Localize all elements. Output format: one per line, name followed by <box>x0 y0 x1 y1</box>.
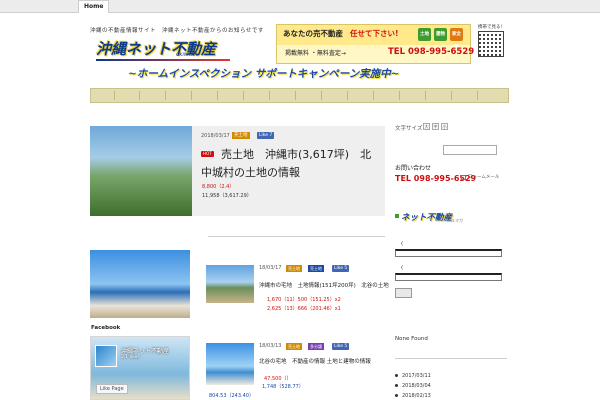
banner-badge-building: 建物 <box>434 28 447 41</box>
listing-title-link[interactable]: 沖縄市の宅地 土地情報(151坪200坪) 北谷の土地 <box>259 281 389 289</box>
content-divider <box>208 236 385 237</box>
ocean-banner-image[interactable] <box>90 250 190 318</box>
mailmag-field-label: ( <box>401 265 404 271</box>
nav-separator <box>243 91 244 100</box>
listing-detail: 47,500（） <box>264 376 292 382</box>
mail-form-icon[interactable] <box>461 175 466 180</box>
listing-badge: 多分譲 <box>308 343 324 350</box>
archive-item[interactable]: 2018/02/13 <box>395 393 431 399</box>
qr-code-icon <box>478 31 504 57</box>
archive-link[interactable]: 2018/02/13 <box>402 393 431 399</box>
banner-free-text: 掲載無料 ・無料査定→ <box>285 50 346 57</box>
qr-label: 携帯で見る! <box>478 25 503 30</box>
listing-badge: 売土地 <box>286 265 302 272</box>
facebook-like-count: 2,1 likes <box>121 355 140 360</box>
listing-photo[interactable] <box>206 343 254 385</box>
nav-separator <box>373 91 374 100</box>
archive-link[interactable]: 2017/03/11 <box>402 373 431 379</box>
mailmag-email-input[interactable] <box>395 273 502 281</box>
listing-detail: 1,748（528.77） <box>262 384 304 390</box>
search-input[interactable] <box>443 145 497 155</box>
campaign-heading[interactable]: ~ホームインスペクション サポートキャンペーン実施中~ <box>128 66 399 81</box>
mailmag-name-input[interactable] <box>395 249 502 257</box>
featured-price: 8,800（2.4） <box>202 184 235 190</box>
mailmag-submit-button[interactable] <box>395 288 412 298</box>
mailmag-field-label: ( <box>401 241 404 247</box>
nav-separator <box>217 91 218 100</box>
banner-phone: TEL 098-995-6529 <box>388 47 475 57</box>
nav-home-tab[interactable]: Home <box>78 0 110 13</box>
mailmag-subtitle: メルマガ <box>447 218 463 223</box>
nav-separator <box>321 91 322 100</box>
nav-separator <box>425 91 426 100</box>
inquiry-heading: お問い合わせ <box>395 165 432 172</box>
listing-detail: 1,670（11）500（151.25）x2 <box>267 297 341 303</box>
archive-item[interactable]: 2017/03/11 <box>395 373 431 379</box>
listing-badge: 売土地 <box>308 265 324 272</box>
featured-date: 2018/03/17 <box>201 133 230 139</box>
mailmag-logo: ネット不動産 <box>401 213 453 223</box>
bullet-icon <box>395 394 398 397</box>
font-size-small-button[interactable]: 小 <box>441 123 448 130</box>
logo-underline <box>96 59 230 61</box>
nav-separator <box>269 91 270 100</box>
listing-photo[interactable] <box>206 265 254 303</box>
qr-code-pattern <box>479 32 503 56</box>
featured-listing-photo[interactable] <box>90 126 192 216</box>
nav-separator <box>399 91 400 100</box>
banner-headline: あなたの売不動産 <box>283 29 343 38</box>
nav-separator <box>477 91 478 100</box>
listing-title-link[interactable]: 北谷の宅地 不動産の情報 土地と建物の情報 <box>259 357 371 365</box>
font-size-label: 文字サイズ: <box>395 126 425 132</box>
hot-badge: HOT <box>201 151 214 157</box>
listing-detail: 804.53（243.40） <box>209 393 254 399</box>
nav-separator <box>165 91 166 100</box>
font-size-medium-button[interactable]: 中 <box>432 123 439 130</box>
listing-detail: 2,625（13）666（201.46）x1 <box>267 306 341 312</box>
bullet-icon <box>395 374 398 377</box>
nav-separator <box>114 91 115 100</box>
featured-title-link[interactable]: 売土地 沖縄市(3,617坪) 北中城村の土地の情報 <box>201 146 381 182</box>
inquiry-form-link[interactable]: フォームメール <box>468 174 499 180</box>
featured-category-badge: 売土地 <box>232 132 250 139</box>
listing-like-button[interactable]: Like 5 <box>332 343 350 350</box>
site-tagline: 沖縄の不動産情報サイト 沖縄ネット不動産からのお知らせです <box>90 28 264 34</box>
banner-badge-house: 家全部 <box>450 28 463 50</box>
featured-like-button[interactable]: Like 7 <box>257 132 275 139</box>
nav-separator <box>295 91 296 100</box>
archive-item[interactable]: 2018/03/04 <box>395 383 431 389</box>
logo-subtitle: OKINAWA <box>176 53 198 58</box>
mailmag-check-icon <box>395 214 399 218</box>
listing-badge: 売土地 <box>286 343 302 350</box>
font-size-large-button[interactable]: 大 <box>423 123 430 130</box>
archive-divider <box>395 358 507 359</box>
banner-headline-accent: 任せて下さい! <box>350 29 399 38</box>
listing-date: 18/03/17 <box>259 265 282 271</box>
facebook-page-avatar[interactable] <box>95 345 117 367</box>
sell-property-banner[interactable]: あなたの売不動産 任せて下さい! 土地 建物 家全部 掲載無料 ・無料査定→ T… <box>276 24 475 64</box>
banner-badge-land: 土地 <box>418 28 431 41</box>
listing-date: 18/03/13 <box>259 343 282 349</box>
facebook-page-widget[interactable]: 沖縄ネット不動産 2,1 likes Like Page <box>90 336 190 400</box>
featured-area: 11,958（3,617.29） <box>202 193 252 199</box>
nav-separator <box>191 91 192 100</box>
site-logo[interactable]: 沖縄ネット不動産 OKINAWA <box>96 38 230 62</box>
bullet-icon <box>395 384 398 387</box>
logo-title: 沖縄ネット不動産 <box>96 40 217 58</box>
main-nav-bar[interactable] <box>90 88 509 103</box>
facebook-heading: Facebook <box>91 325 121 331</box>
none-found-text: None Found <box>395 336 428 342</box>
nav-separator <box>139 91 140 100</box>
archive-link[interactable]: 2018/03/04 <box>402 383 431 389</box>
nav-separator <box>451 91 452 100</box>
listing-like-button[interactable]: Like 5 <box>332 265 350 272</box>
nav-separator <box>347 91 348 100</box>
facebook-like-page-button[interactable]: Like Page <box>96 384 128 394</box>
facebook-page-name[interactable]: 沖縄ネット不動産 <box>121 346 169 355</box>
